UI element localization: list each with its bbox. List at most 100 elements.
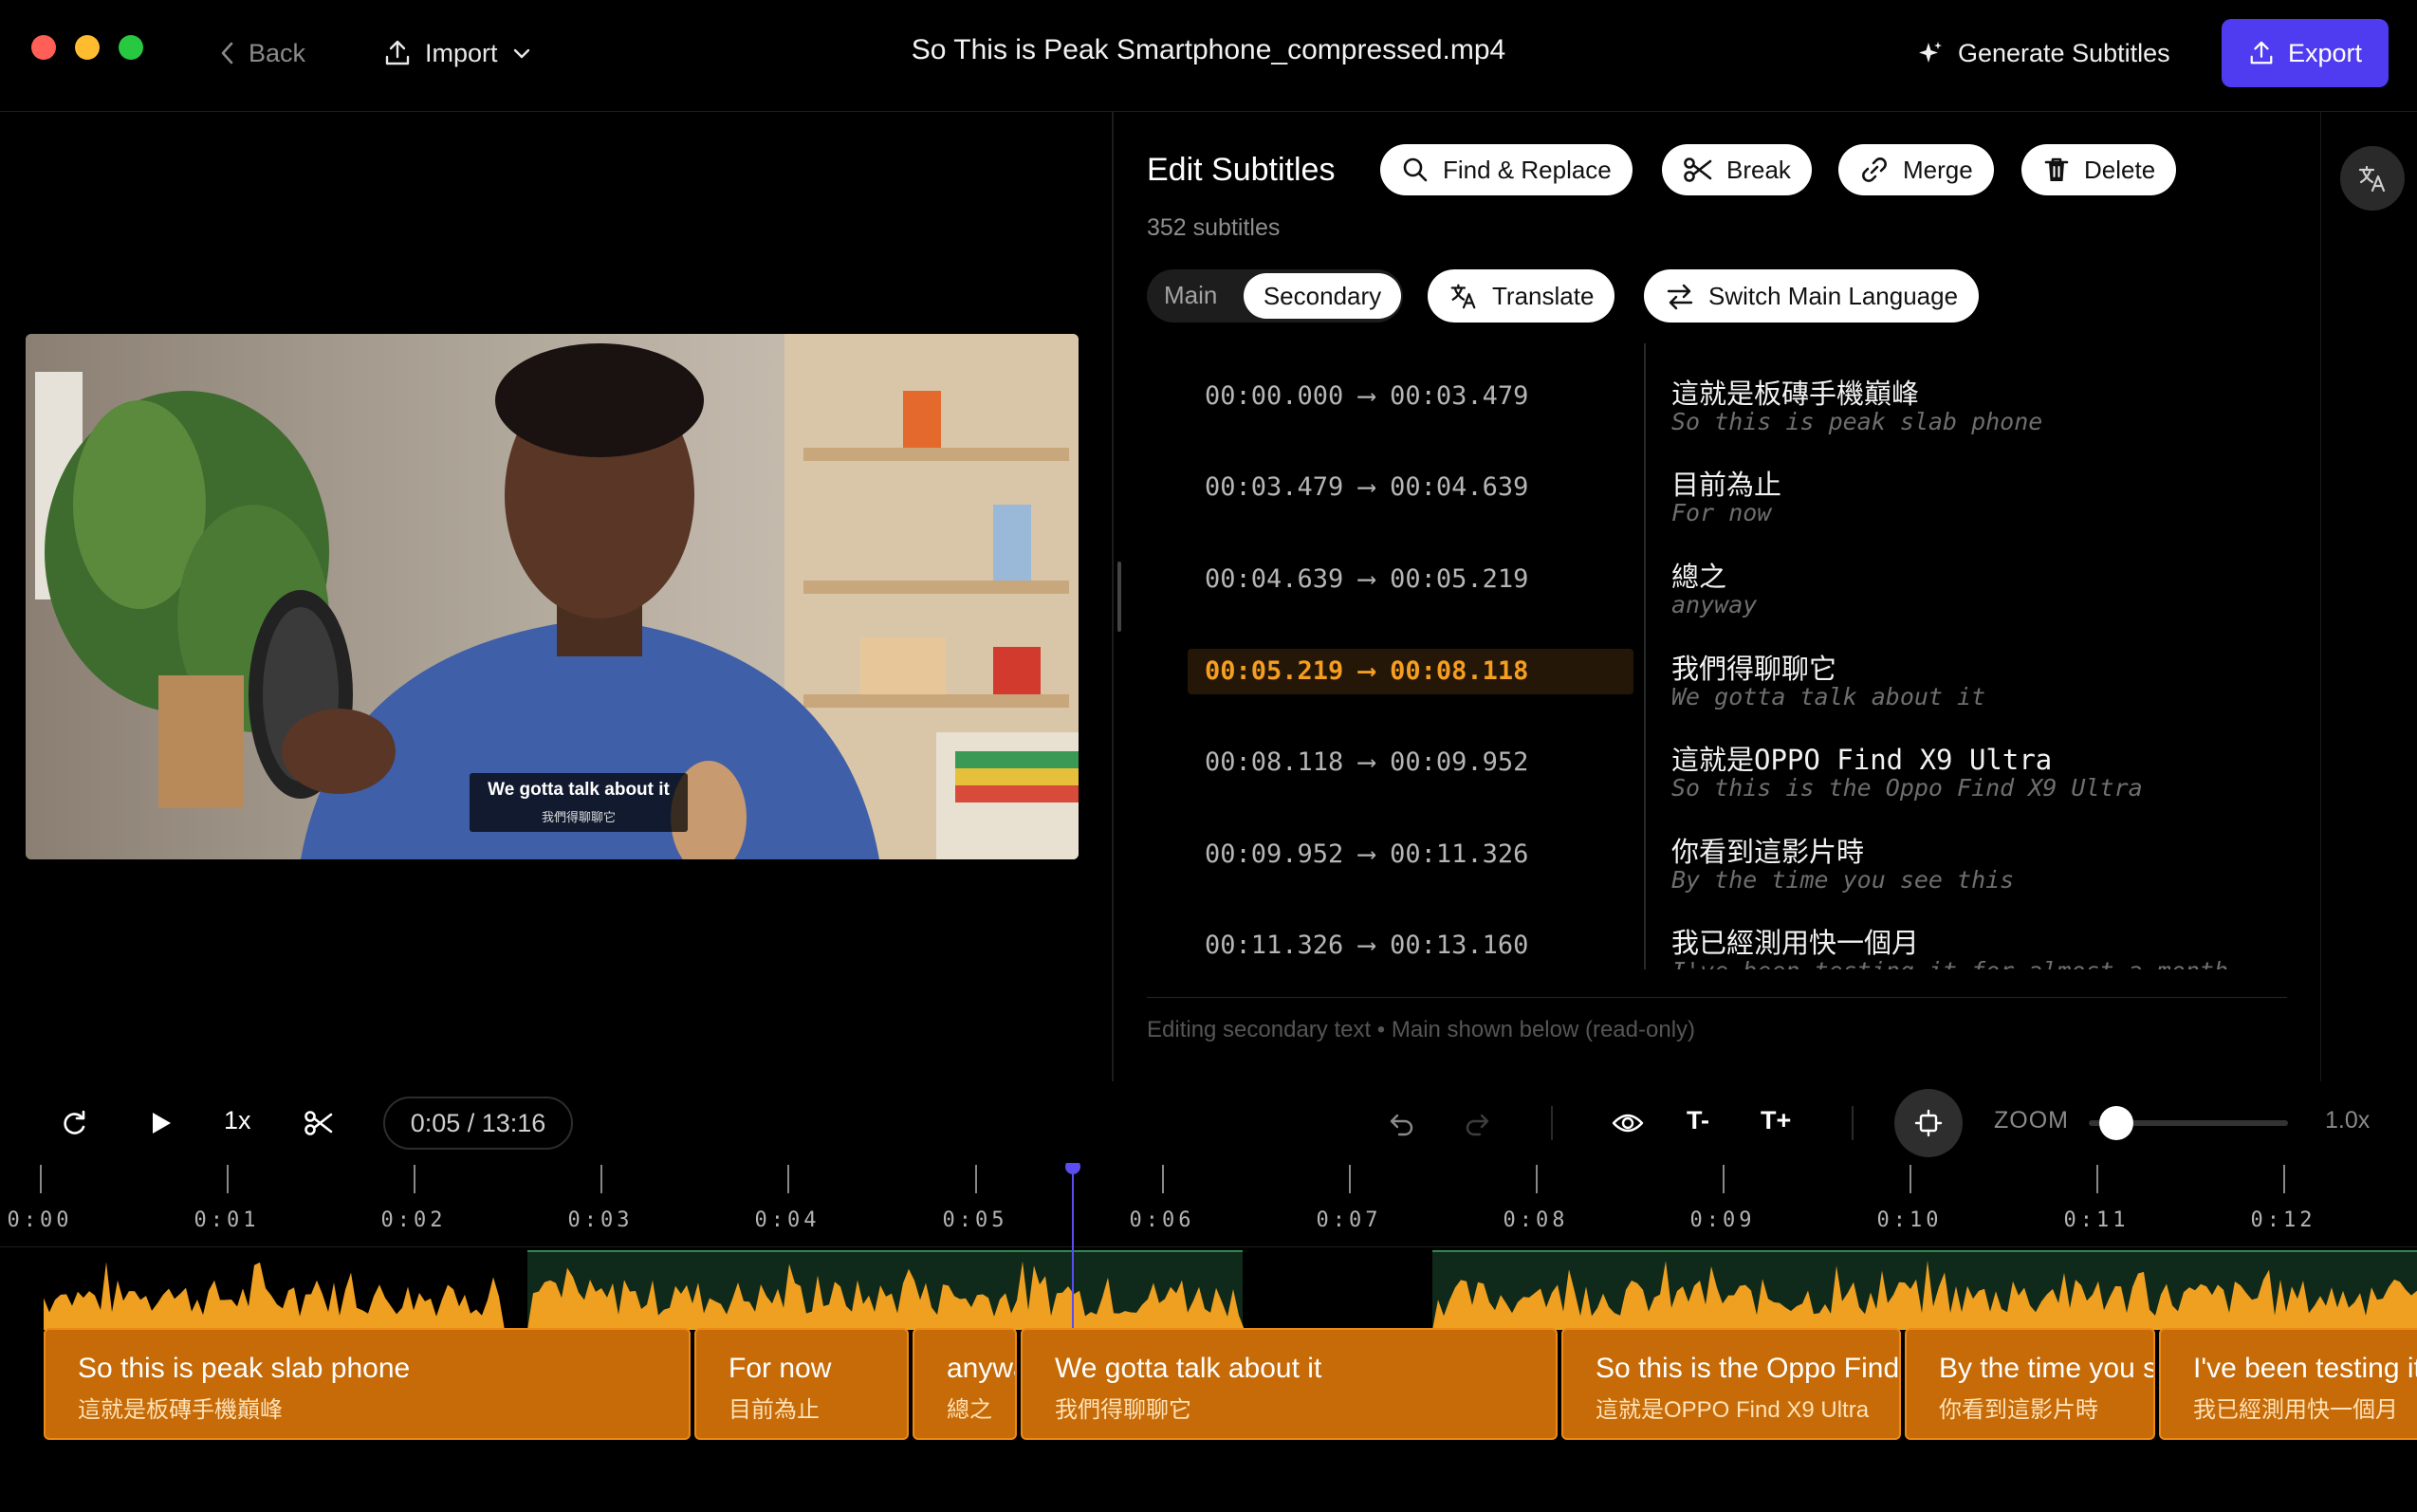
minimize-window-button[interactable] [75, 35, 100, 60]
decrease-text-size-button[interactable]: T- [1687, 1106, 1709, 1135]
subtitle-clip[interactable]: So this is the Oppo Find X9 Ultra 這就是OPP… [1561, 1328, 1901, 1440]
subtitle-clip[interactable]: We gotta talk about it 我們得聊聊它 [1021, 1328, 1558, 1440]
subtitle-row[interactable]: 00:04.639 ⟶ 00:05.219 總之 anyway [1171, 534, 2280, 625]
subtitle-secondary-text[interactable]: 這就是OPPO Find X9 Ultra [1671, 738, 2052, 778]
translate-icon [1450, 284, 1476, 309]
translate-panel-button[interactable] [2340, 146, 2405, 211]
subtitle-clip[interactable]: anyway 總之 [913, 1328, 1017, 1440]
import-button[interactable]: Import [383, 32, 532, 74]
subtitle-row[interactable]: 00:09.952 ⟶ 00:11.326 你看到這影片時 By the tim… [1171, 809, 2280, 900]
switch-main-language-label: Switch Main Language [1708, 281, 1959, 310]
undo-button[interactable] [1383, 1100, 1421, 1146]
maximize-window-button[interactable] [119, 35, 143, 60]
chevron-left-icon [221, 42, 233, 65]
subtitle-list: 00:00.000 ⟶ 00:03.479 這就是板磚手機巔峰 So this … [1171, 351, 2280, 969]
ruler-tick [414, 1165, 415, 1193]
subtitle-row[interactable]: 00:11.326 ⟶ 00:13.160 我已經測用快一個月 I've bee… [1171, 900, 2280, 969]
play-button[interactable] [142, 1100, 180, 1146]
start-time: 00:00.000 [1205, 381, 1344, 411]
subtitle-clip[interactable]: So this is peak slab phone 這就是板磚手機巔峰 [44, 1328, 691, 1440]
subtitle-main-text: For now [1671, 499, 1772, 526]
subtitle-clip[interactable]: By the time you see this 你看到這影片時 [1905, 1328, 2155, 1440]
subtitle-row[interactable]: 00:08.118 ⟶ 00:09.952 這就是OPPO Find X9 Ul… [1171, 717, 2280, 808]
play-icon [153, 1113, 171, 1134]
video-caption-main: We gotta talk about it [488, 780, 670, 800]
split-button[interactable] [300, 1100, 338, 1146]
subtitle-timecode[interactable]: 00:04.639 ⟶ 00:05.219 [1188, 557, 1633, 602]
break-label: Break [1726, 155, 1791, 184]
ruler-tick [2283, 1165, 2285, 1193]
ruler-tick [975, 1165, 977, 1193]
switch-main-language-button[interactable]: Switch Main Language [1644, 269, 1980, 323]
end-time: 00:08.118 [1390, 656, 1529, 686]
ruler-tick [2096, 1165, 2098, 1193]
increase-text-size-button[interactable]: T+ [1761, 1106, 1791, 1135]
toggle-visibility-button[interactable] [1609, 1100, 1647, 1146]
translate-button[interactable]: Translate [1428, 269, 1615, 323]
clip-secondary-text: 我已經測用快一個月 [2193, 1397, 2398, 1423]
merge-label: Merge [1903, 155, 1973, 184]
export-label: Export [2287, 38, 2363, 67]
subtitle-secondary-text[interactable]: 這就是板磚手機巔峰 [1671, 372, 1919, 412]
scissors-icon [304, 1111, 333, 1135]
find-replace-button[interactable]: Find & Replace [1380, 144, 1633, 195]
end-time: 00:13.160 [1390, 931, 1529, 960]
upload-icon [2250, 41, 2273, 65]
ruler-tick-label: 0:04 [754, 1208, 821, 1232]
ruler-tick-label: 0:08 [1503, 1208, 1569, 1232]
subtitle-timecode[interactable]: 00:03.479 ⟶ 00:04.639 [1188, 465, 1633, 510]
panel-resize-handle[interactable] [1117, 562, 1121, 632]
ruler-tick [1349, 1165, 1351, 1193]
merge-button[interactable]: Merge [1838, 144, 1994, 195]
subtitle-timecode[interactable]: 00:08.118 ⟶ 00:09.952 [1188, 740, 1633, 785]
clip-secondary-text: 這就是板磚手機巔峰 [78, 1397, 283, 1423]
ruler-tick-label: 0:00 [7, 1208, 73, 1232]
tab-main[interactable]: Main [1164, 281, 1217, 310]
back-label: Back [249, 38, 306, 67]
subtitle-secondary-text[interactable]: 目前為止 [1671, 463, 1781, 503]
undo-icon [1390, 1114, 1413, 1136]
subtitle-main-text: anyway [1671, 591, 1758, 618]
subtitle-timecode[interactable]: 00:11.326 ⟶ 00:13.160 [1188, 923, 1633, 968]
subtitle-secondary-text[interactable]: 我們得聊聊它 [1671, 647, 1836, 687]
ruler-tick [787, 1165, 789, 1193]
subtitle-main-text: So this is peak slab phone [1671, 408, 2043, 435]
generate-subtitles-button[interactable]: Generate Subtitles [1916, 32, 2170, 74]
panel-footer-divider [1147, 997, 2287, 998]
close-window-button[interactable] [31, 35, 56, 60]
break-button[interactable]: Break [1662, 144, 1812, 195]
delete-button[interactable]: Delete [2021, 144, 2177, 195]
subtitle-secondary-text[interactable]: 你看到這影片時 [1671, 830, 1864, 870]
fit-width-icon [1914, 1109, 1943, 1137]
subtitle-timecode[interactable]: 00:09.952 ⟶ 00:11.326 [1188, 832, 1633, 877]
playback-speed[interactable]: 1x [224, 1106, 251, 1135]
sparkle-icon [1919, 42, 1942, 63]
zoom-slider-handle[interactable] [2099, 1106, 2134, 1140]
subtitle-row-active[interactable]: 00:05.219 ⟶ 00:08.118 我們得聊聊它 We gotta ta… [1171, 626, 2280, 717]
subtitle-secondary-text[interactable]: 我已經測用快一個月 [1671, 921, 1919, 961]
subtitle-clip[interactable]: I've been testing it for almost a month … [2159, 1328, 2417, 1440]
clip-secondary-text: 目前為止 [729, 1397, 820, 1423]
end-time: 00:03.479 [1390, 381, 1529, 411]
fit-timeline-button[interactable] [1894, 1089, 1963, 1157]
subtitle-timecode[interactable]: 00:00.000 ⟶ 00:03.479 [1188, 374, 1633, 419]
back-button[interactable]: Back [220, 34, 305, 72]
ruler-tick [1536, 1165, 1538, 1193]
loop-button[interactable] [55, 1100, 93, 1146]
panel-title: Edit Subtitles [1147, 152, 1336, 188]
timeline[interactable]: 0:00 0:01 0:02 0:03 0:04 0:05 0:06 0:07 … [0, 1163, 2417, 1512]
subtitle-secondary-text[interactable]: 總之 [1671, 555, 1726, 595]
playhead[interactable] [1072, 1165, 1074, 1328]
subtitle-main-text: I've been testing it for almost a month [1671, 957, 2228, 969]
subtitle-row[interactable]: 00:03.479 ⟶ 00:04.639 目前為止 For now [1171, 442, 2280, 533]
subtitle-row[interactable]: 00:00.000 ⟶ 00:03.479 這就是板磚手機巔峰 So this … [1171, 351, 2280, 442]
timeline-ruler-baseline [0, 1246, 2417, 1247]
redo-button[interactable] [1458, 1100, 1496, 1146]
subtitle-clip[interactable]: For now 目前為止 [694, 1328, 909, 1440]
video-preview[interactable]: We gotta talk about it 我們得聊聊它 [26, 334, 1079, 859]
subtitle-timecode[interactable]: 00:05.219 ⟶ 00:08.118 [1188, 649, 1633, 694]
subtitle-count: 352 subtitles [1147, 214, 1281, 241]
tab-secondary[interactable]: Secondary [1244, 273, 1401, 319]
export-button[interactable]: Export [2222, 19, 2389, 87]
editing-mode-note: Editing secondary text • Main shown belo… [1147, 1017, 1696, 1042]
